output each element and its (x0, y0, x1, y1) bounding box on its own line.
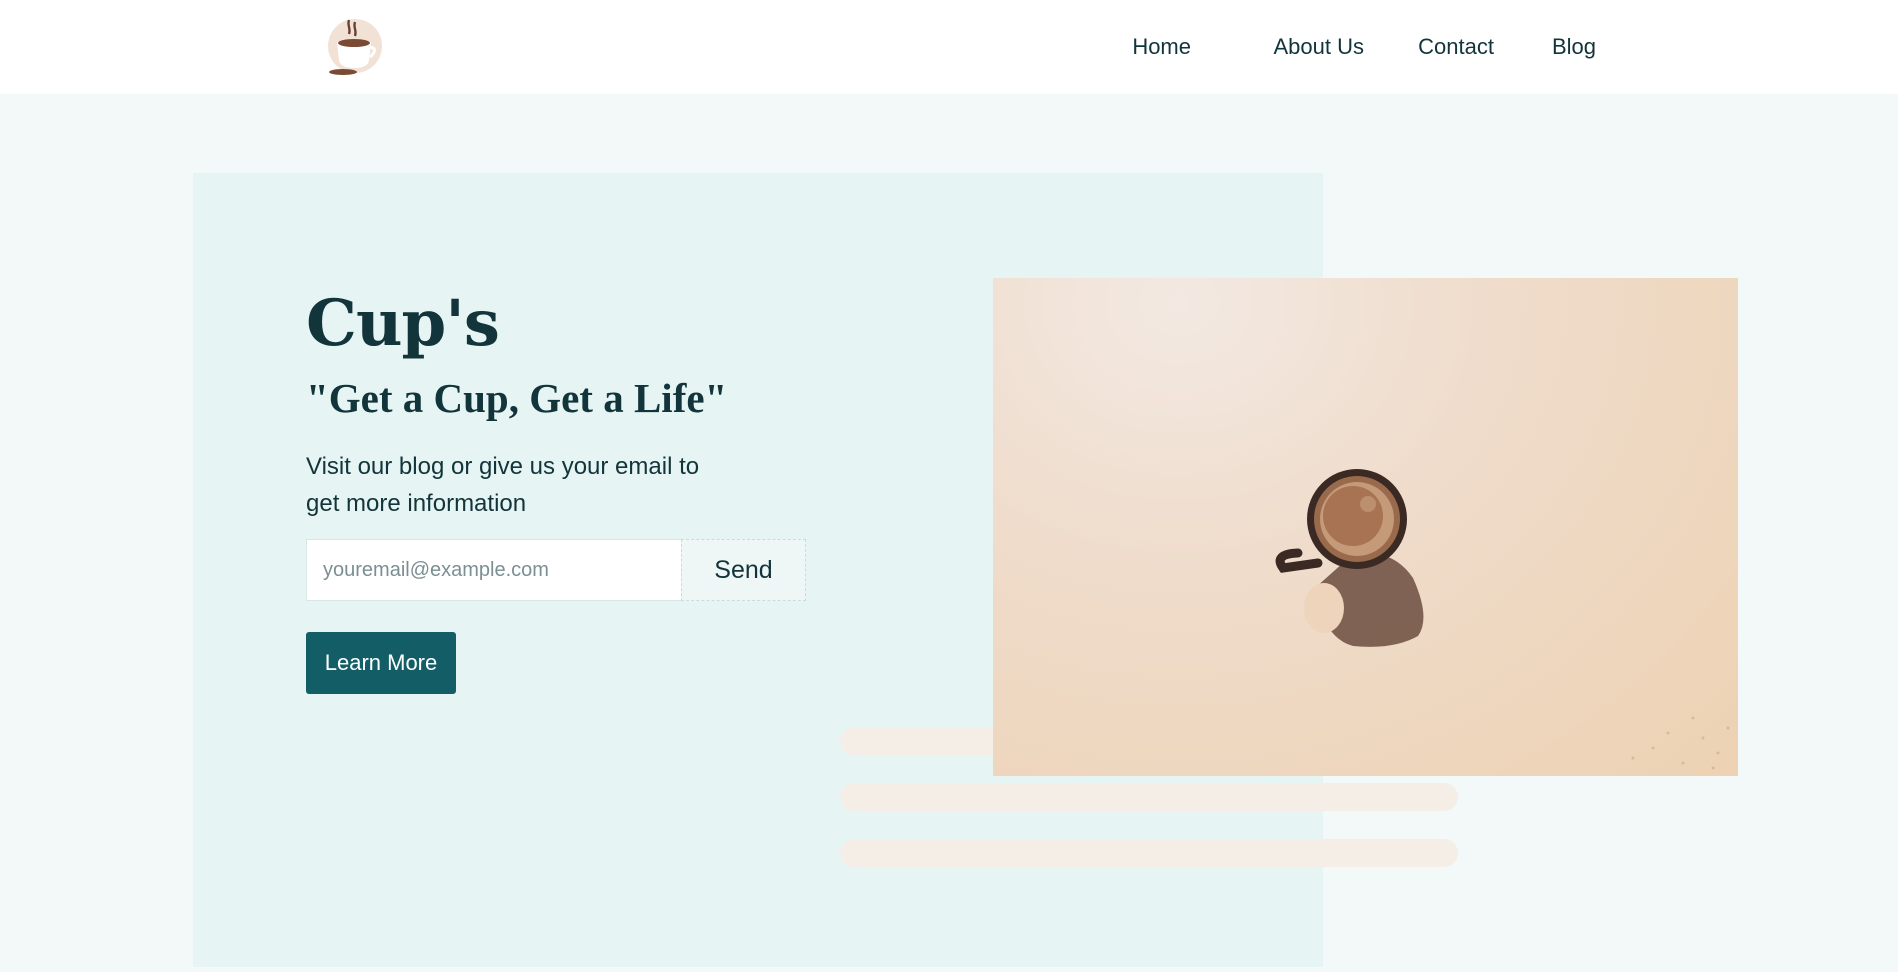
nav-link-contact[interactable]: Contact (1418, 34, 1494, 60)
hero-description: Visit our blog or give us your email to … (306, 453, 700, 517)
hero-title: Cup's (306, 286, 500, 361)
learn-more-button[interactable]: Learn More (306, 632, 456, 694)
coffee-mug-photo (993, 278, 1738, 776)
coffee-mug-icon (1275, 469, 1730, 770)
site-header: Home About Us Contact Blog (0, 0, 1898, 94)
nav-link-home[interactable]: Home (1132, 34, 1191, 60)
nav-link-blog[interactable]: Blog (1552, 34, 1596, 60)
decorative-bar (840, 839, 1458, 867)
decorative-bar (840, 783, 1458, 811)
nav-link-about-us[interactable]: About Us (1274, 34, 1365, 60)
coffee-cup-logo-icon[interactable] (317, 12, 385, 80)
hero-tagline: "Get a Cup, Get a Life" (306, 375, 728, 421)
email-input[interactable] (306, 539, 682, 601)
send-button[interactable]: Send (681, 539, 806, 601)
